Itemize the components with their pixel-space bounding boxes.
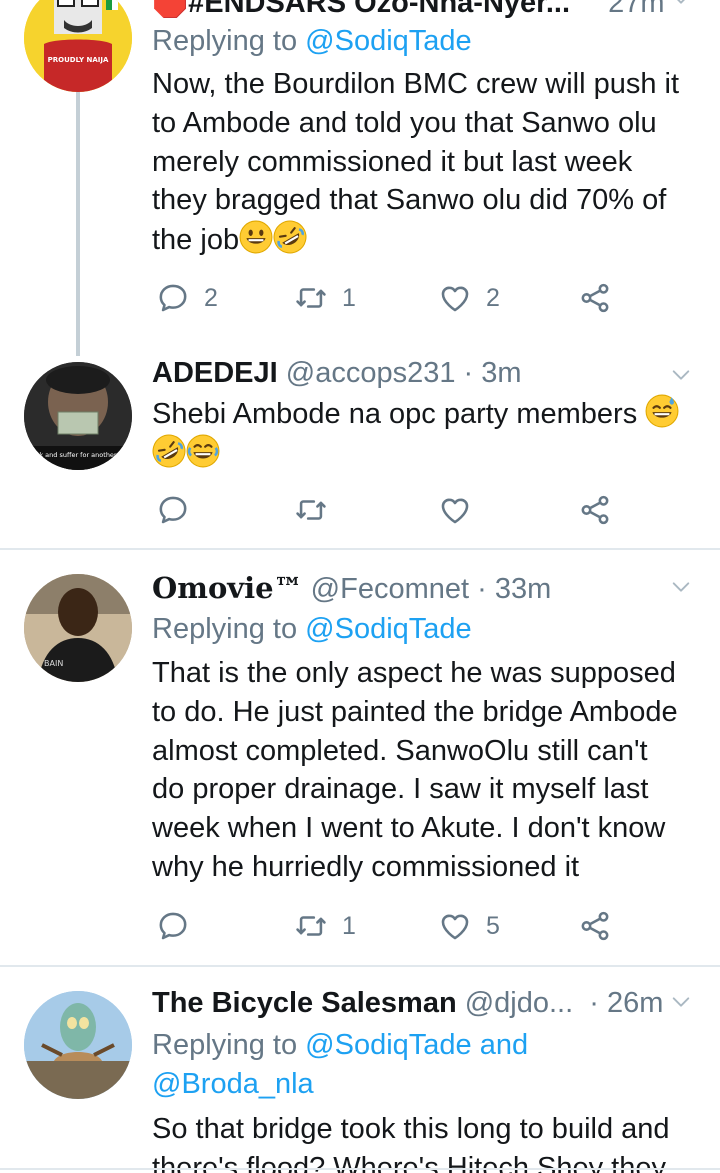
display-name[interactable]: 🛑#ENDSARS Ozo-Nna-Nyer... [152, 0, 570, 19]
photo-avatar-image: BAIN [24, 574, 132, 682]
bottom-divider [0, 1168, 720, 1170]
display-name[interactable]: ADEDEJI [152, 357, 278, 389]
reply-button[interactable] [156, 906, 190, 946]
like-icon [438, 909, 472, 943]
svg-text:BAIN: BAIN [44, 659, 63, 668]
sweat-smile-emoji [645, 394, 679, 428]
thread-line [76, 92, 80, 356]
avatar[interactable] [24, 991, 132, 1099]
reply-button[interactable]: 2 [156, 278, 218, 318]
chevron-down-icon[interactable] [670, 0, 692, 10]
replying-to: Replying to @SodiqTade [152, 613, 472, 645]
chevron-down-icon[interactable] [670, 991, 692, 1013]
like-button[interactable] [438, 490, 472, 530]
tweet-text: That is the only aspect he was supposed … [152, 657, 678, 883]
share-button[interactable] [578, 278, 612, 318]
retweet-count: 1 [342, 911, 356, 940]
like-count: 5 [486, 911, 500, 940]
avatar[interactable]: BAIN [24, 574, 132, 682]
share-icon [578, 909, 612, 943]
tweet-actions [152, 490, 632, 530]
reply-count: 2 [204, 283, 218, 312]
share-button[interactable] [578, 490, 612, 530]
tweet-2[interactable]: ccept 1k and suffer for another 4years A… [0, 352, 720, 548]
replying-to: Replying to @SodiqTade [152, 25, 472, 57]
avatar[interactable]: PROUDLY NAIJA [24, 0, 132, 92]
tweet-actions: 2 1 2 [152, 278, 632, 318]
joy-emoji [186, 434, 220, 468]
mention-link[interactable]: @SodiqTade and [305, 1029, 528, 1061]
replying-to-continued: @Broda_nla [152, 1064, 314, 1104]
tweet-4[interactable]: The Bicycle Salesman @djdo... · 26m Repl… [0, 967, 720, 1173]
timestamp[interactable]: 27m [608, 0, 664, 19]
share-button[interactable] [578, 906, 612, 946]
share-icon [578, 281, 612, 315]
display-name[interactable]: Omovie™ [152, 571, 303, 605]
tweet-1[interactable]: PROUDLY NAIJA 🛑#ENDSARS Ozo-Nna-Nyer... … [0, 0, 720, 356]
reply-icon [156, 909, 190, 943]
display-name[interactable]: The Bicycle Salesman [152, 987, 457, 1019]
timestamp[interactable]: 3m [481, 357, 521, 389]
tweet-header: The Bicycle Salesman @djdo... · 26m [152, 987, 664, 1019]
tweet-header: Omovie™ @Fecomnet · 33m [152, 571, 552, 605]
like-icon [438, 493, 472, 527]
share-icon [578, 493, 612, 527]
retweet-icon [294, 493, 328, 527]
retweet-button[interactable]: 1 [294, 906, 356, 946]
reply-button[interactable] [156, 490, 190, 530]
tweet-text: So that bridge took this long to build a… [152, 1113, 670, 1173]
tweet-text: Now, the Bourdilon BMC crew will push it… [152, 65, 697, 260]
replying-to: Replying to @SodiqTade and [152, 1029, 529, 1061]
svg-text:ccept 1k and suffer for anothe: ccept 1k and suffer for another 4years [24, 451, 132, 459]
photo-avatar-image: ccept 1k and suffer for another 4years [24, 362, 132, 470]
cartoon-avatar-image: PROUDLY NAIJA [24, 0, 132, 92]
retweet-button[interactable] [294, 490, 328, 530]
tweet-actions: 1 5 [152, 906, 632, 946]
svg-text:PROUDLY NAIJA: PROUDLY NAIJA [48, 56, 109, 64]
tweet-header: 🛑#ENDSARS Ozo-Nna-Nyer... 27m [152, 0, 665, 20]
user-handle[interactable]: @Fecomnet [311, 573, 469, 605]
timestamp[interactable]: 33m [495, 573, 551, 605]
tweet-text: Shebi Ambode na opc party members [152, 394, 712, 474]
tweet-header: ADEDEJI @accops231 · 3m [152, 357, 522, 389]
mention-link[interactable]: @SodiqTade [305, 613, 472, 645]
retweet-count: 1 [342, 283, 356, 312]
rofl-emoji [273, 220, 307, 254]
retweet-button[interactable]: 1 [294, 278, 356, 318]
mention-link[interactable]: @SodiqTade [305, 25, 472, 57]
avatar[interactable]: ccept 1k and suffer for another 4years [24, 362, 132, 470]
cartoon-avatar-image [24, 991, 132, 1099]
chevron-down-icon[interactable] [670, 364, 692, 386]
retweet-icon [294, 281, 328, 315]
like-icon [438, 281, 472, 315]
tweet-3[interactable]: BAIN Omovie™ @Fecomnet · 33m Replying to… [0, 550, 720, 965]
like-button[interactable]: 2 [438, 278, 500, 318]
rofl-emoji [152, 434, 186, 468]
mention-link[interactable]: @Broda_nla [152, 1068, 314, 1100]
timestamp[interactable]: 26m [607, 987, 663, 1019]
user-handle[interactable]: @accops231 [286, 357, 456, 389]
reply-icon [156, 493, 190, 527]
grinning-emoji [239, 220, 273, 254]
user-handle[interactable]: @djdo... [465, 987, 573, 1019]
like-button[interactable]: 5 [438, 906, 500, 946]
retweet-icon [294, 909, 328, 943]
like-count: 2 [486, 283, 500, 312]
chevron-down-icon[interactable] [670, 576, 692, 598]
reply-icon [156, 281, 190, 315]
